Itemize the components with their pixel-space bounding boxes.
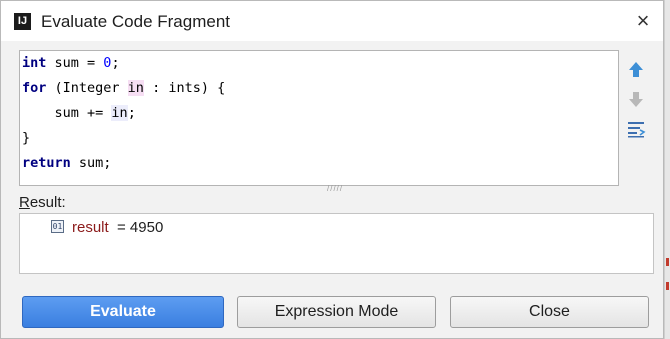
primitive-value-icon: 01 bbox=[51, 220, 64, 233]
code-keyword: return bbox=[22, 155, 71, 171]
result-label: Result: bbox=[19, 194, 66, 211]
code-editor[interactable]: int sum = 0; for (Integer in : ints) { s… bbox=[19, 50, 619, 186]
expression-mode-button[interactable]: Expression Mode bbox=[237, 296, 436, 328]
code-text: } bbox=[22, 130, 31, 146]
evaluate-dialog: IJ Evaluate Code Fragment × int sum = 0;… bbox=[0, 0, 664, 339]
arrow-up-icon[interactable] bbox=[625, 59, 647, 81]
arrow-down-icon bbox=[629, 92, 643, 107]
history-icon[interactable] bbox=[625, 118, 647, 140]
code-text: ; bbox=[127, 105, 136, 121]
close-button[interactable]: Close bbox=[450, 296, 649, 328]
code-line-5: return sum; bbox=[22, 155, 111, 171]
code-line-4: } bbox=[22, 130, 30, 146]
result-label-mnemonic: R bbox=[19, 194, 30, 211]
code-highlighted-variable: in bbox=[127, 80, 144, 96]
code-keyword: for bbox=[22, 80, 47, 96]
resize-grip[interactable]: ///// bbox=[327, 185, 347, 193]
result-label-text: esult: bbox=[29, 194, 66, 211]
code-line-3: sum += in; bbox=[22, 105, 136, 121]
close-icon[interactable]: × bbox=[633, 10, 653, 32]
code-text: ; bbox=[111, 55, 120, 71]
edge-marker bbox=[666, 258, 669, 266]
background-window-edge bbox=[664, 0, 670, 339]
code-line-2: for (Integer in : ints) { bbox=[22, 80, 225, 96]
result-tree[interactable]: 01 result = 4950 bbox=[19, 213, 654, 274]
code-keyword: int bbox=[22, 55, 47, 71]
title-bar: IJ Evaluate Code Fragment × bbox=[1, 1, 663, 41]
code-text: sum += bbox=[54, 105, 112, 121]
edge-marker bbox=[666, 282, 669, 290]
result-variable-name[interactable]: result bbox=[72, 219, 109, 236]
result-value: = 4950 bbox=[117, 219, 164, 236]
evaluate-button[interactable]: Evaluate bbox=[22, 296, 224, 328]
code-highlighted-variable: in bbox=[111, 105, 128, 121]
code-text: sum; bbox=[70, 155, 112, 171]
code-line-1: int sum = 0; bbox=[22, 55, 120, 71]
intellij-icon: IJ bbox=[14, 13, 31, 30]
code-text: sum = bbox=[46, 55, 104, 71]
dialog-title: Evaluate Code Fragment bbox=[41, 12, 230, 31]
code-text: (Integer bbox=[46, 80, 128, 96]
code-text: : ints) { bbox=[143, 80, 226, 96]
